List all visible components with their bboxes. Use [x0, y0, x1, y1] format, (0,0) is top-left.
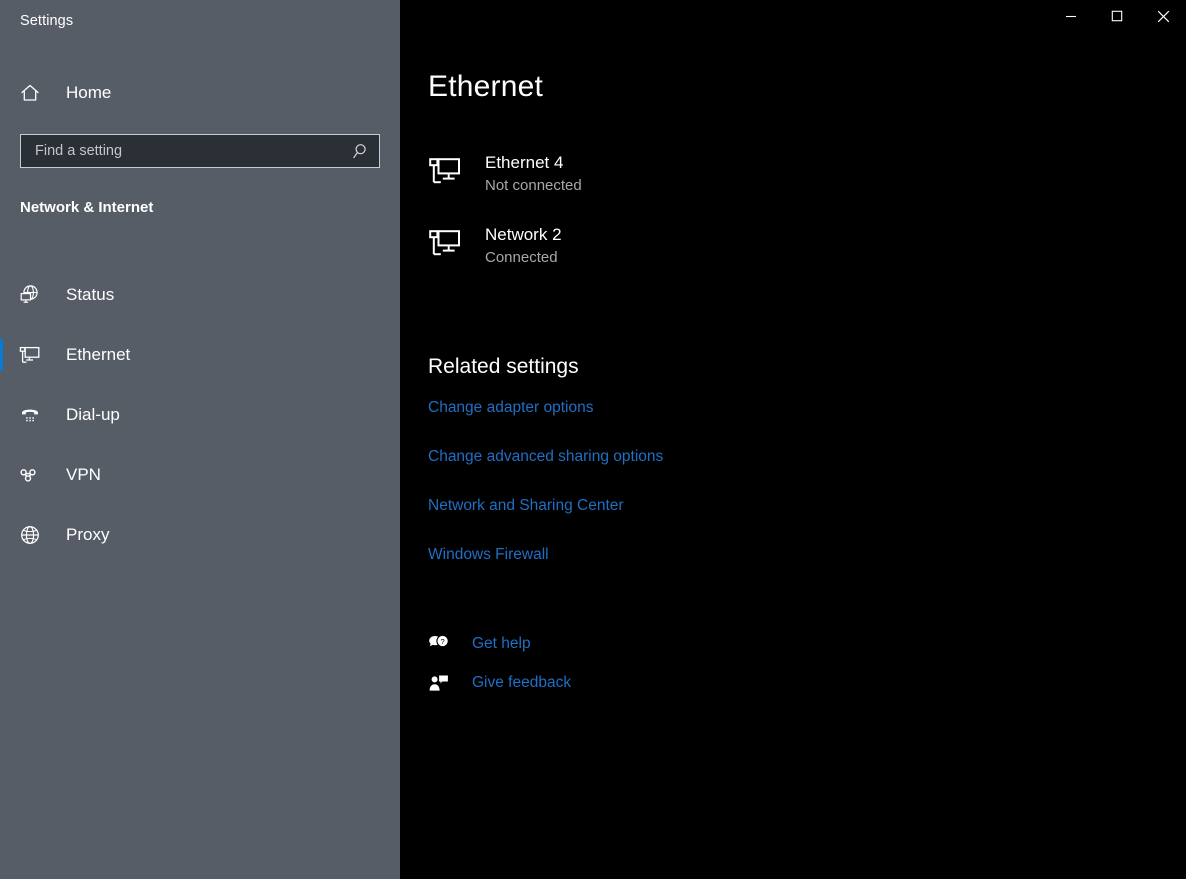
home-icon	[10, 82, 50, 104]
related-settings-links: Change adapter options Change advanced s…	[428, 398, 1028, 594]
link-network-and-sharing-center[interactable]: Network and Sharing Center	[428, 496, 1028, 516]
link-give-feedback-label: Give feedback	[472, 674, 571, 692]
sidebar-item-proxy[interactable]: Proxy	[0, 505, 400, 565]
search-placeholder: Find a setting	[21, 143, 345, 159]
adapter-row[interactable]: Ethernet 4 Not connected	[428, 148, 1068, 220]
adapter-name: Ethernet 4	[485, 152, 582, 174]
link-change-adapter-options[interactable]: Change adapter options	[428, 398, 1028, 418]
link-change-advanced-sharing-options[interactable]: Change advanced sharing options	[428, 447, 1028, 467]
settings-window: Settings Home Find a setting Network & I…	[0, 0, 1186, 879]
footer-links: ? Get help Give feedback	[428, 624, 828, 702]
related-settings-title: Related settings	[428, 355, 579, 379]
main-content: Ethernet Ethernet 4 Not connected	[400, 0, 1186, 879]
sidebar-item-vpn[interactable]: VPN	[0, 445, 400, 505]
link-windows-firewall[interactable]: Windows Firewall	[428, 545, 1028, 565]
close-icon	[1157, 10, 1170, 23]
window-controls	[1048, 0, 1186, 32]
adapter-list: Ethernet 4 Not connected Netw	[428, 148, 1068, 292]
adapter-name: Network 2	[485, 224, 562, 246]
minimize-icon	[1065, 10, 1077, 22]
sidebar-item-home-label: Home	[66, 83, 111, 103]
maximize-icon	[1111, 10, 1123, 22]
sidebar-item-dial-up-label: Dial-up	[66, 405, 120, 425]
app-title: Settings	[20, 13, 73, 29]
link-get-help-label: Get help	[472, 635, 531, 653]
sidebar-item-status-label: Status	[66, 285, 114, 305]
sidebar-item-proxy-label: Proxy	[66, 525, 109, 545]
sidebar-item-ethernet[interactable]: Ethernet	[0, 325, 400, 385]
search-input[interactable]: Find a setting	[20, 134, 380, 168]
minimize-button[interactable]	[1048, 0, 1094, 32]
feedback-person-icon	[428, 672, 456, 694]
ethernet-monitor-icon	[10, 343, 50, 367]
sidebar-item-vpn-label: VPN	[66, 465, 101, 485]
sidebar-item-home[interactable]: Home	[0, 76, 400, 110]
sidebar-item-ethernet-label: Ethernet	[66, 345, 130, 365]
sidebar-item-status[interactable]: Status	[0, 265, 400, 325]
sidebar-section-heading: Network & Internet	[20, 199, 153, 216]
link-get-help[interactable]: ? Get help	[428, 624, 828, 663]
page-title: Ethernet	[428, 70, 543, 104]
sidebar-nav: Status Ethernet	[0, 265, 400, 565]
search-icon[interactable]	[345, 142, 379, 160]
maximize-button[interactable]	[1094, 0, 1140, 32]
adapter-row[interactable]: Network 2 Connected	[428, 220, 1068, 292]
help-bubble-icon: ?	[428, 633, 456, 655]
phone-handset-icon	[10, 403, 50, 427]
adapter-status: Connected	[485, 246, 562, 270]
link-give-feedback[interactable]: Give feedback	[428, 663, 828, 702]
globe-icon	[10, 523, 50, 547]
ethernet-adapter-icon	[428, 152, 472, 186]
sidebar-item-dial-up[interactable]: Dial-up	[0, 385, 400, 445]
vpn-key-icon	[10, 463, 50, 487]
ethernet-adapter-icon	[428, 224, 472, 258]
sidebar: Settings Home Find a setting Network & I…	[0, 0, 400, 879]
globe-monitor-icon	[10, 283, 50, 307]
svg-text:?: ?	[440, 637, 444, 646]
close-button[interactable]	[1140, 0, 1186, 32]
adapter-status: Not connected	[485, 174, 582, 198]
selection-indicator	[0, 339, 3, 371]
